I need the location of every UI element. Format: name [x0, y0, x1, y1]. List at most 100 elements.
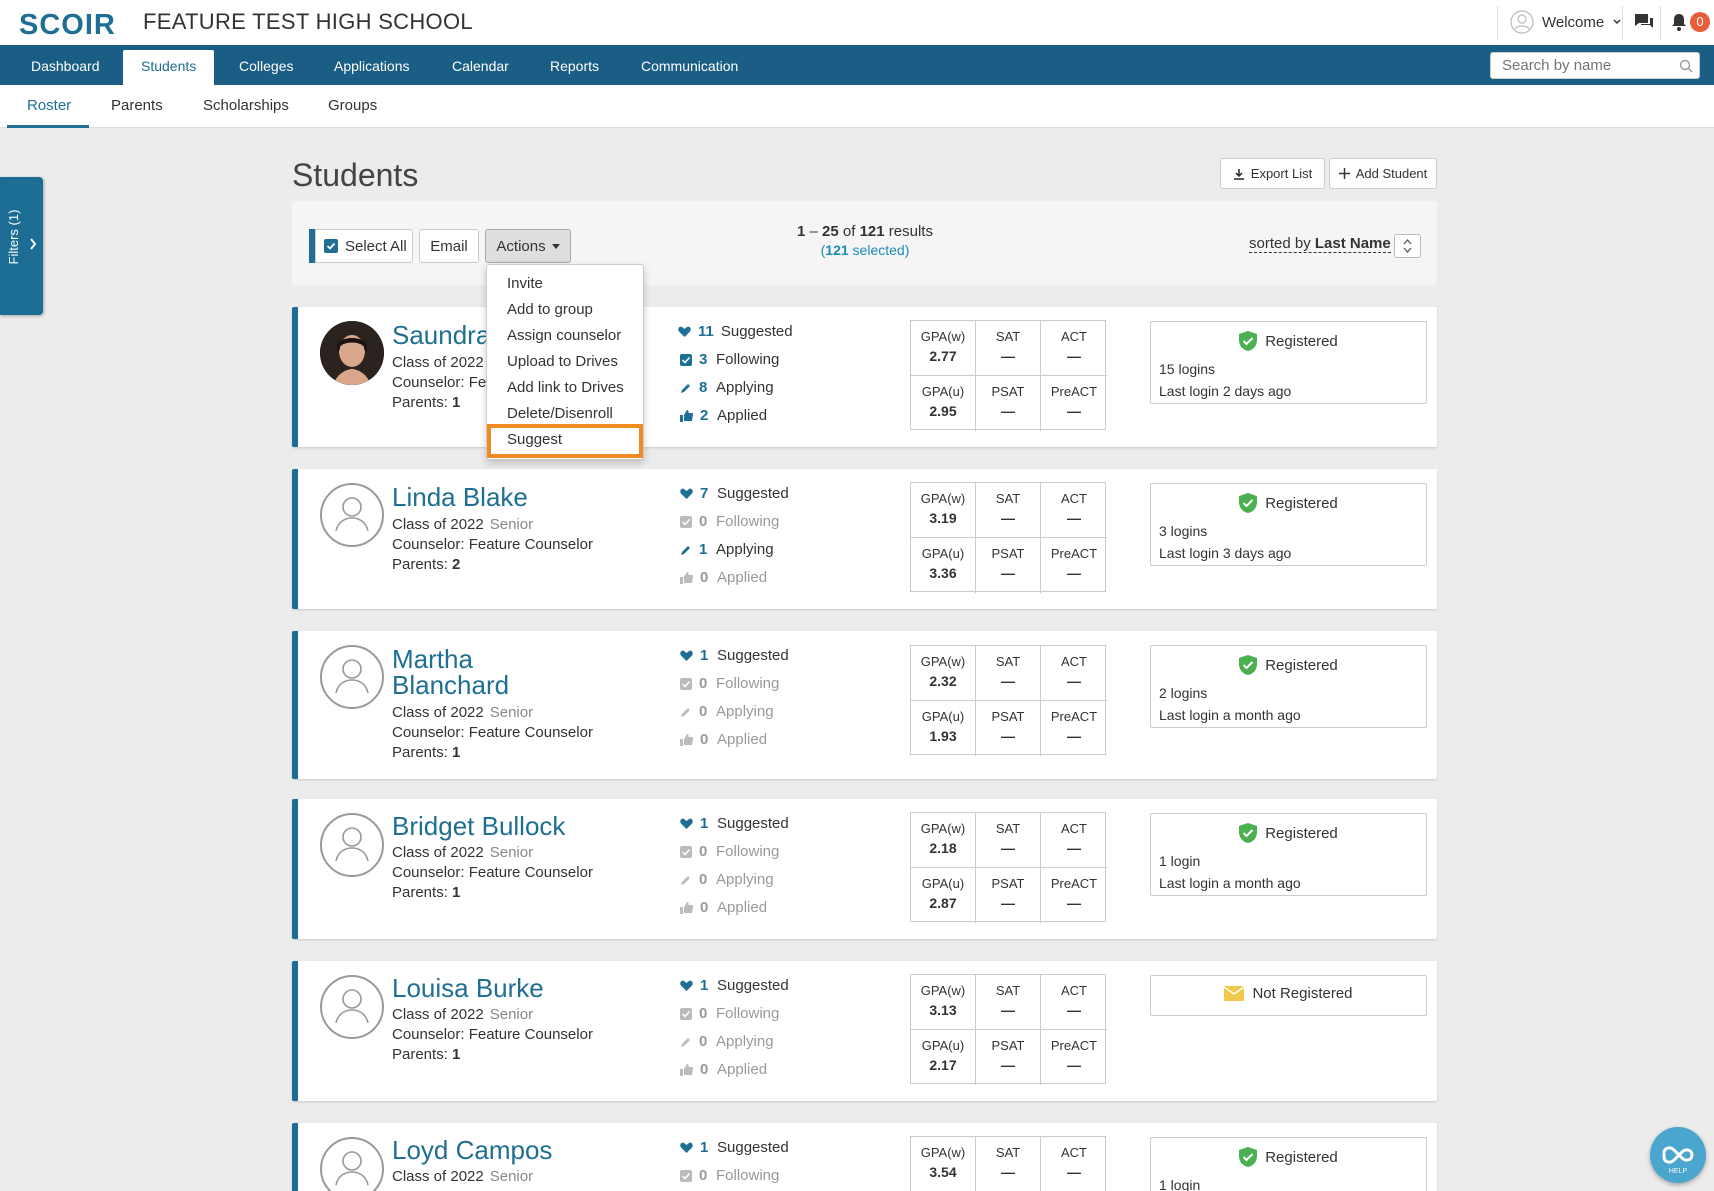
- student-card[interactable]: Martha Blanchard Class of 2022 Senior Cou…: [292, 631, 1437, 779]
- sort-direction-button[interactable]: [1394, 234, 1421, 258]
- student-name[interactable]: Saundra: [392, 322, 490, 348]
- shield-check-icon: [1239, 655, 1258, 675]
- student-name[interactable]: Linda Blake: [392, 484, 528, 510]
- notification-badge: 0: [1690, 12, 1710, 32]
- tab-reports[interactable]: Reports: [550, 45, 599, 85]
- selected-number: 121: [825, 242, 849, 258]
- menu-item-invite[interactable]: Invite: [507, 275, 543, 292]
- pencil-icon: [681, 1037, 690, 1047]
- check-square-icon: [680, 1007, 692, 1020]
- default-avatar-icon: [320, 1137, 384, 1191]
- default-avatar-icon: [320, 483, 384, 547]
- tab-scholarships[interactable]: Scholarships: [203, 97, 289, 114]
- stat-following: 0 Following: [680, 675, 779, 692]
- stat-applied: 0 Applied: [680, 1061, 767, 1078]
- student-counselor: Counselor: Feature Counselor: [392, 864, 593, 881]
- menu-item-assign-counselor[interactable]: Assign counselor: [507, 327, 621, 344]
- tab-communication[interactable]: Communication: [641, 45, 738, 85]
- registration-status: Not Registered: [1150, 975, 1427, 1016]
- menu-item-add-to-group[interactable]: Add to group: [507, 301, 593, 318]
- preact-cell: PreACT —: [1050, 546, 1098, 581]
- student-counselor: Counselor: Feature Counselor: [392, 536, 593, 553]
- menu-item-upload-to-drives[interactable]: Upload to Drives: [507, 353, 618, 370]
- user-menu[interactable]: Welcome: [1510, 10, 1622, 34]
- filters-toggle[interactable]: Filters (1): [0, 177, 43, 315]
- stat-following: 0 Following: [680, 1167, 779, 1184]
- student-counselor: Counselor: Feature Counselor: [392, 724, 593, 741]
- stat-applied: 0 Applied: [680, 899, 767, 916]
- student-name[interactable]: Martha: [392, 646, 473, 672]
- student-card[interactable]: Loyd Campos Class of 2022 Senior 1 Suggest…: [292, 1123, 1437, 1191]
- menu-item-delete-disenroll[interactable]: Delete/Disenroll: [507, 405, 613, 422]
- search-icon[interactable]: [1679, 59, 1693, 73]
- psat-cell: PSAT —: [976, 1030, 1041, 1085]
- export-list-button[interactable]: Export List: [1220, 158, 1325, 189]
- tab-parents[interactable]: Parents: [111, 97, 163, 114]
- email-button[interactable]: Email: [419, 229, 479, 263]
- active-tab-underline: [7, 125, 89, 128]
- plus-icon: [1338, 168, 1350, 179]
- bell-icon[interactable]: [1671, 13, 1687, 31]
- check-square-icon: [680, 845, 692, 858]
- infinity-icon: HELP: [1662, 1146, 1694, 1175]
- student-class: Class of 2022 Senior: [392, 1168, 534, 1185]
- gpaw-cell: GPA(w) 3.13: [911, 975, 976, 1030]
- tab-calendar[interactable]: Calendar: [452, 45, 509, 85]
- stat-following: 0 Following: [680, 843, 779, 860]
- default-avatar-icon: [320, 975, 384, 1039]
- email-label: Email: [430, 237, 468, 255]
- tab-roster[interactable]: Roster: [27, 97, 71, 114]
- student-name[interactable]: Bridget Bullock: [392, 813, 565, 839]
- menu-item-add-link-to-drives[interactable]: Add link to Drives: [507, 379, 624, 396]
- stat-suggested: 1 Suggested: [680, 647, 789, 664]
- help-button[interactable]: HELP: [1650, 1127, 1706, 1183]
- tab-applications[interactable]: Applications: [334, 45, 410, 85]
- registration-status: Registered 3 logins Last login 3 days ag…: [1150, 483, 1427, 566]
- gpau-cell: GPA(u) 2.95: [911, 376, 976, 431]
- search-input[interactable]: [1491, 53, 1671, 78]
- stat-suggested: 7 Suggested: [680, 485, 789, 502]
- stat-applying: 0 Applying: [680, 703, 774, 720]
- student-counselor: Counselor: Fea: [392, 374, 495, 391]
- chat-icon[interactable]: [1634, 13, 1654, 31]
- stat-suggested: 1 Suggested: [680, 1139, 789, 1156]
- student-name[interactable]: Louisa Burke: [392, 975, 544, 1001]
- student-card[interactable]: Linda Blake Class of 2022 Senior Counselo…: [292, 469, 1437, 609]
- student-class: Class of 2022 Senior: [392, 516, 534, 533]
- pencil-icon: [681, 875, 690, 885]
- student-parents: Parents: 1: [392, 394, 461, 411]
- tab-students[interactable]: Students: [123, 50, 215, 85]
- range-start: 1: [797, 223, 806, 240]
- psat-cell: PSAT —: [976, 376, 1041, 431]
- tab-colleges[interactable]: Colleges: [239, 45, 293, 85]
- shield-check-icon: [1239, 331, 1258, 351]
- add-student-button[interactable]: Add Student: [1329, 158, 1437, 189]
- gpaw-cell: GPA(w) 2.77: [911, 321, 976, 376]
- student-name-line2[interactable]: Blanchard: [392, 672, 509, 698]
- tab-dashboard[interactable]: Dashboard: [31, 45, 100, 85]
- caret-down-icon: [551, 243, 560, 249]
- chevron-right-icon: [30, 238, 37, 250]
- sort-selector[interactable]: sorted by Last Name: [1249, 236, 1391, 253]
- search-box[interactable]: [1490, 52, 1700, 79]
- selected-count[interactable]: (121 selected): [700, 242, 1030, 258]
- student-card[interactable]: Louisa Burke Class of 2022 Senior Counsel…: [292, 961, 1437, 1101]
- tab-groups[interactable]: Groups: [328, 97, 377, 114]
- student-parents: Parents: 2: [392, 556, 461, 573]
- preact-cell: PreACT —: [1050, 709, 1098, 744]
- heart-icon: [680, 650, 693, 661]
- stat-following: 0 Following: [680, 513, 779, 530]
- gpaw-cell: GPA(w) 3.19: [911, 483, 976, 538]
- scoir-logo[interactable]: SCOIR: [19, 9, 116, 42]
- student-card[interactable]: Saundra Class of 2022 Counselor: Fea Par…: [292, 307, 1437, 447]
- actions-button[interactable]: Actions: [485, 229, 571, 263]
- divider: [1622, 6, 1623, 40]
- act-cell: ACT —: [1041, 813, 1107, 868]
- welcome-label: Welcome: [1542, 13, 1605, 31]
- main-nav: Dashboard Students Colleges Applications…: [0, 45, 1714, 85]
- student-card[interactable]: Bridget Bullock Class of 2022 Senior Coun…: [292, 799, 1437, 939]
- sat-cell: SAT —: [976, 813, 1041, 868]
- select-all-checkbox[interactable]: Select All: [315, 229, 413, 263]
- student-name[interactable]: Loyd Campos: [392, 1137, 552, 1163]
- sat-cell: SAT —: [976, 1137, 1041, 1191]
